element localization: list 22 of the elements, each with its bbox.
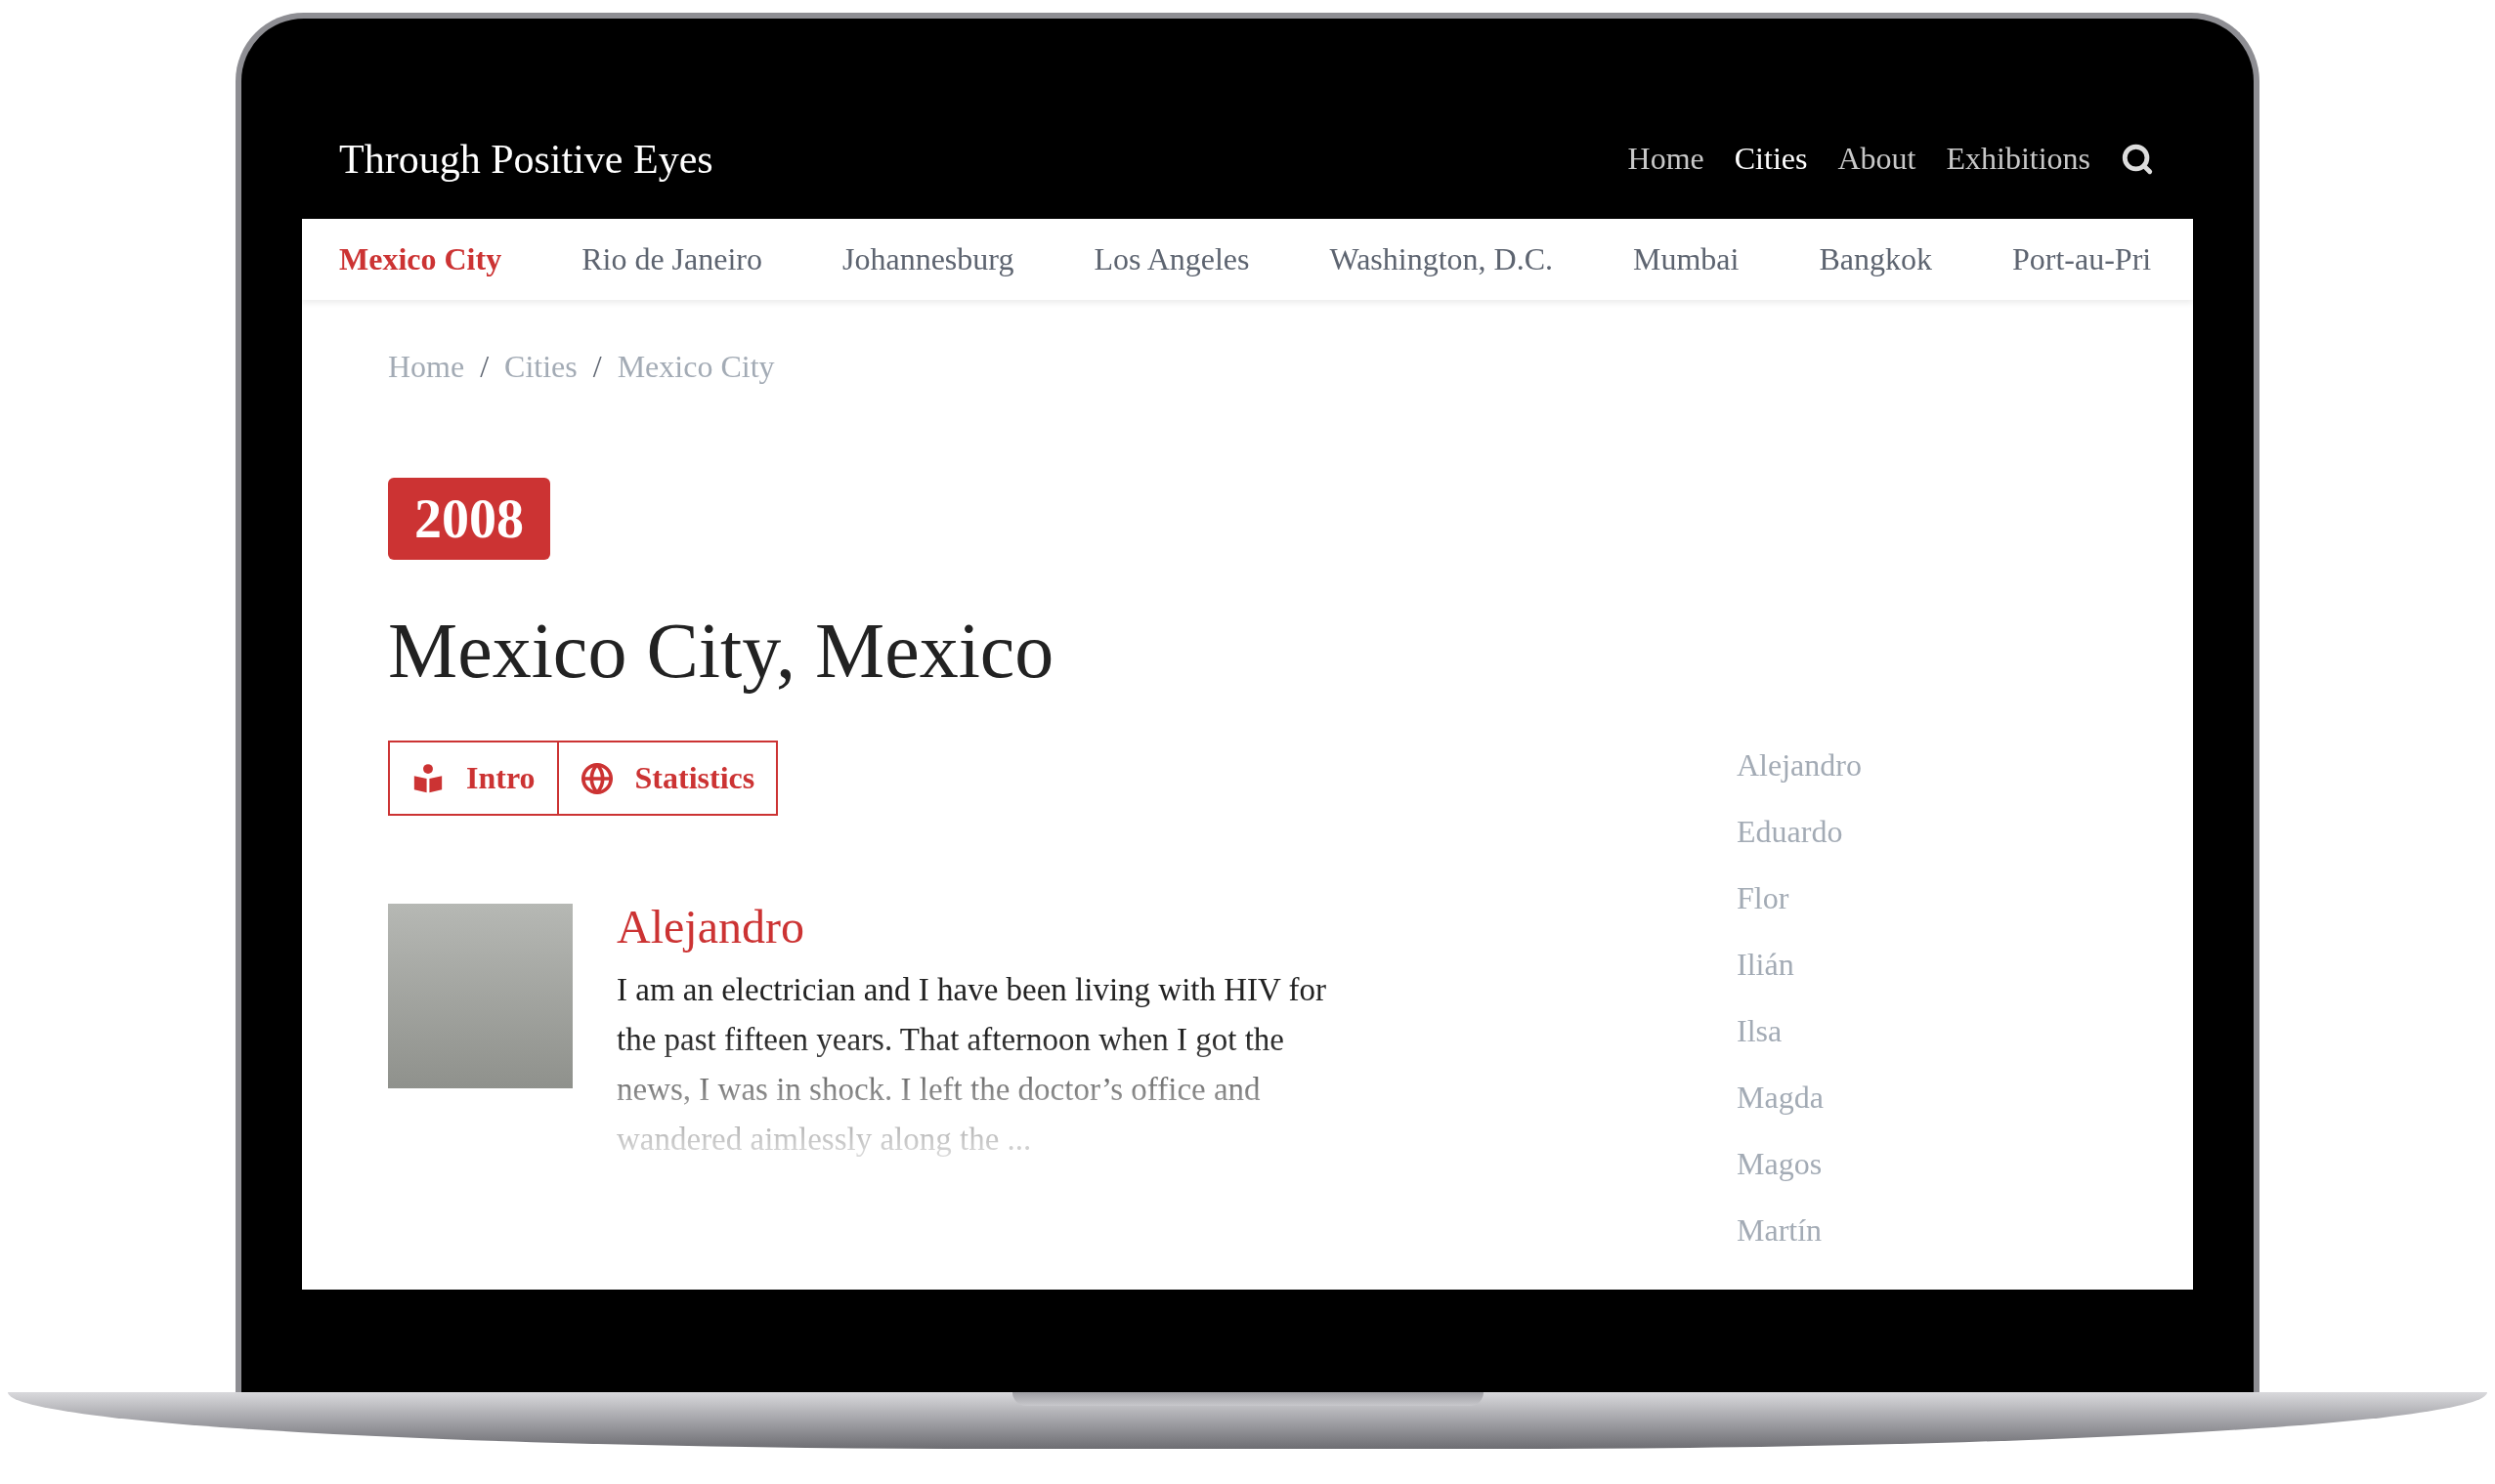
nav-link[interactable]: About (1837, 141, 1916, 177)
breadcrumb-separator: / (480, 349, 490, 385)
site-title[interactable]: Through Positive Eyes (339, 135, 713, 183)
city-tab[interactable]: Mexico City (339, 241, 502, 277)
year-badge: 2008 (388, 478, 550, 560)
globe-icon (580, 761, 614, 795)
breadcrumb-separator: / (592, 349, 602, 385)
city-tab[interactable]: Port-au-Pri (2012, 241, 2152, 277)
story-excerpt: I am an electrician and I have been living with HIV for the past fifteen years. That afternoon when I got the news, I was in shock. I left the doctor’s office and wandered aimlessly along the ... (617, 971, 1328, 1159)
nav-link[interactable]: Exhibitions (1946, 141, 2090, 177)
city-tab[interactable]: Johannesburg (842, 241, 1014, 277)
nav-link[interactable]: Home (1627, 141, 1704, 177)
city-tab[interactable]: Washington, D.C. (1329, 241, 1553, 277)
search-icon[interactable] (2121, 142, 2154, 176)
city-tab[interactable]: Bangkok (1819, 241, 1932, 277)
city-tab[interactable]: Los Angeles (1094, 241, 1250, 277)
page-heading: Mexico City, Mexico (388, 607, 1054, 696)
nav-link[interactable]: Cities (1734, 141, 1808, 177)
reader-book-icon (411, 761, 445, 795)
city-tab[interactable]: Mumbai (1633, 241, 1740, 277)
city-tab[interactable]: Rio de Janeiro (581, 241, 762, 277)
story-name-link[interactable]: Alejandro (617, 900, 1335, 954)
